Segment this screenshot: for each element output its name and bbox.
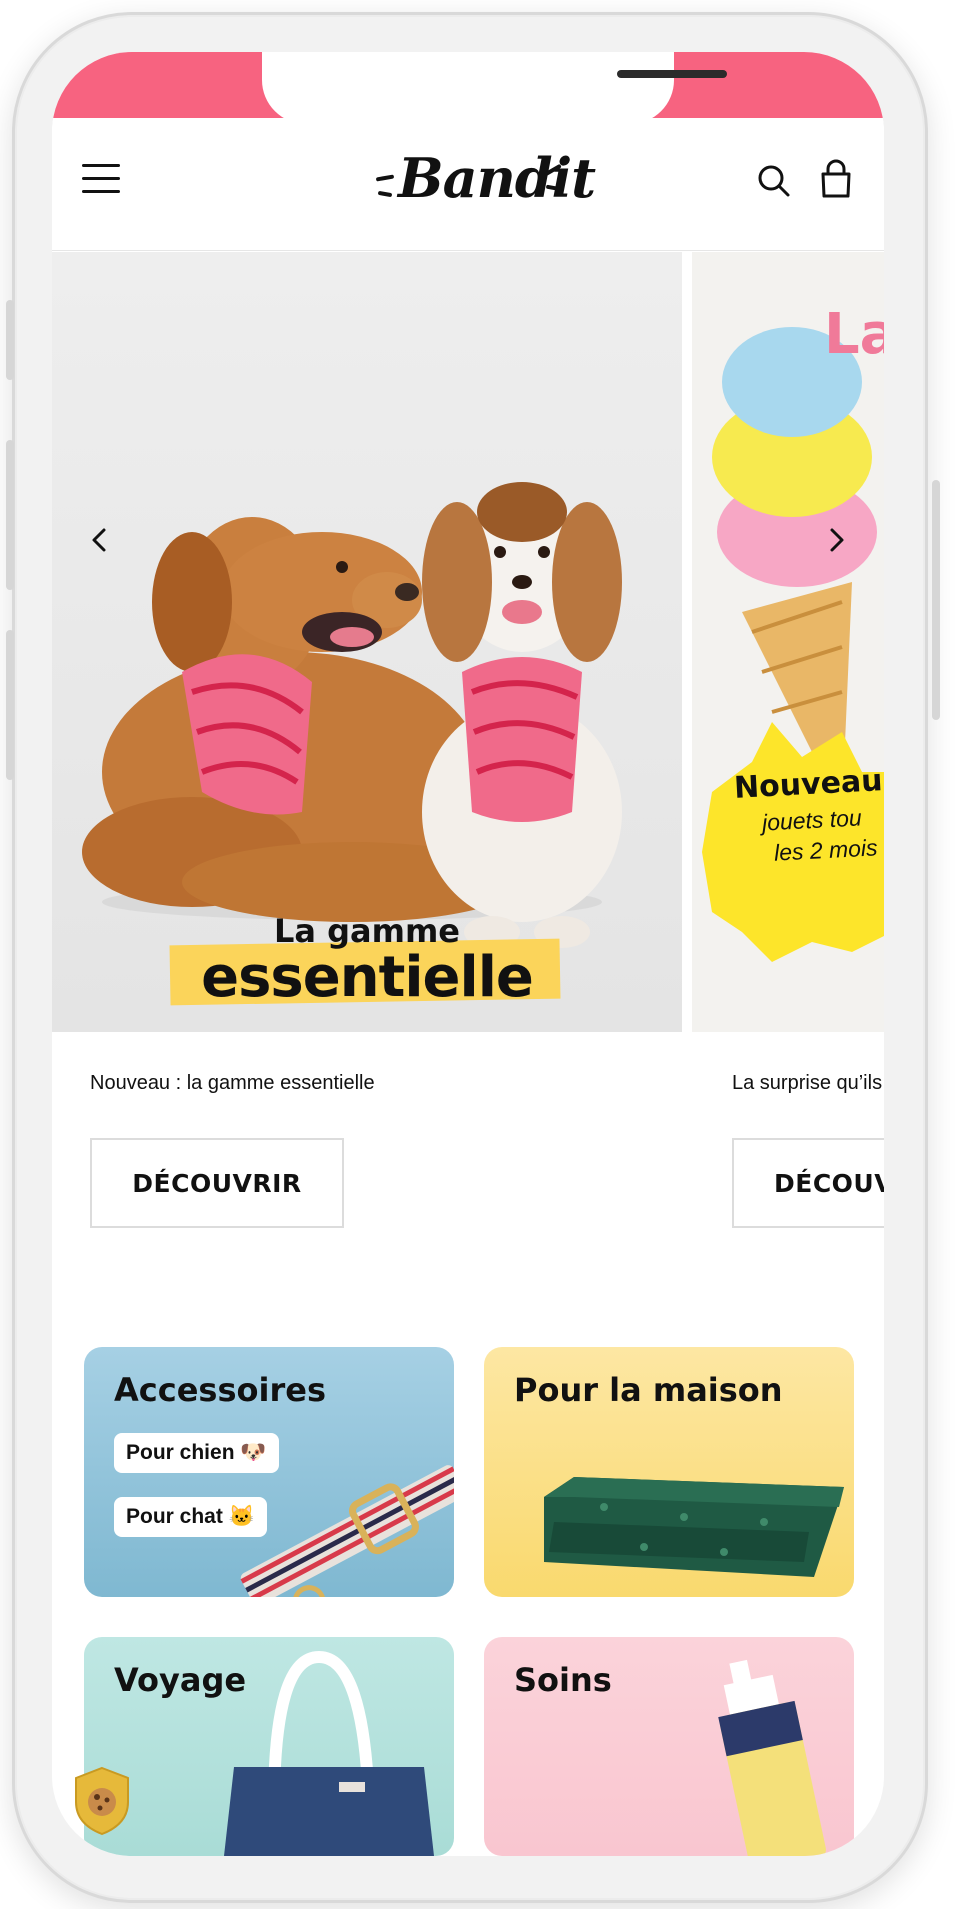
- speaker-grille: [617, 70, 727, 78]
- category-card-voyage[interactable]: Voyage: [84, 1637, 454, 1856]
- hero-slide[interactable]: La gamme essentielle: [52, 252, 682, 1032]
- link-pour-chat[interactable]: Pour chat 🐱: [114, 1497, 267, 1537]
- category-title: Accessoires: [114, 1371, 326, 1409]
- logo-text: Bandit: [398, 146, 596, 210]
- logo-dash: [377, 190, 393, 198]
- hamburger-menu-icon[interactable]: [82, 164, 120, 198]
- brand-logo[interactable]: Bandit: [375, 138, 596, 222]
- phone-screen: Bandit La gamme essentielle La Nouveau j…: [52, 52, 884, 1856]
- hero-headline-bottom: essentielle: [201, 945, 534, 1010]
- logo-dash: [375, 174, 395, 182]
- discover-button[interactable]: DÉCOUVRIR: [90, 1138, 344, 1228]
- volume-down-button: [6, 630, 14, 780]
- slide-caption-next: La surprise qu’ils: [732, 1072, 883, 1094]
- shopping-bag-icon[interactable]: [816, 158, 856, 202]
- category-title: Voyage: [114, 1661, 247, 1699]
- carousel-prev-arrow-icon[interactable]: [78, 518, 122, 562]
- badge-line1: jouets tou: [761, 804, 863, 836]
- notch: [262, 52, 727, 124]
- category-card-accessoires[interactable]: Accessoires Pour chien 🐶 Pour chat 🐱: [84, 1347, 454, 1597]
- discover-button-next[interactable]: DÉCOUV: [732, 1138, 884, 1228]
- slide2-headline: La: [824, 302, 884, 367]
- carousel-next-arrow-icon[interactable]: [814, 518, 858, 562]
- cookie-shield-icon[interactable]: [72, 1766, 132, 1836]
- power-button: [932, 480, 940, 720]
- mute-switch: [6, 300, 14, 380]
- hero-carousel[interactable]: La gamme essentielle La Nouveau jouets t…: [52, 252, 884, 1032]
- link-pour-chien[interactable]: Pour chien 🐶: [114, 1433, 279, 1473]
- badge-line2: les 2 mois: [773, 834, 879, 866]
- category-card-maison[interactable]: Pour la maison: [484, 1347, 854, 1597]
- hero-slide-next[interactable]: La Nouveau jouets tou les 2 mois: [692, 252, 884, 1032]
- category-title: Pour la maison: [514, 1371, 783, 1409]
- category-title: Soins: [514, 1661, 612, 1699]
- category-card-soins[interactable]: Soins: [484, 1637, 854, 1856]
- ice-cream-toy-illustration: [692, 252, 884, 1032]
- site-header: Bandit: [52, 118, 884, 251]
- search-icon[interactable]: [754, 158, 794, 202]
- slide-caption: Nouveau : la gamme essentielle: [90, 1072, 375, 1094]
- volume-up-button: [6, 440, 14, 590]
